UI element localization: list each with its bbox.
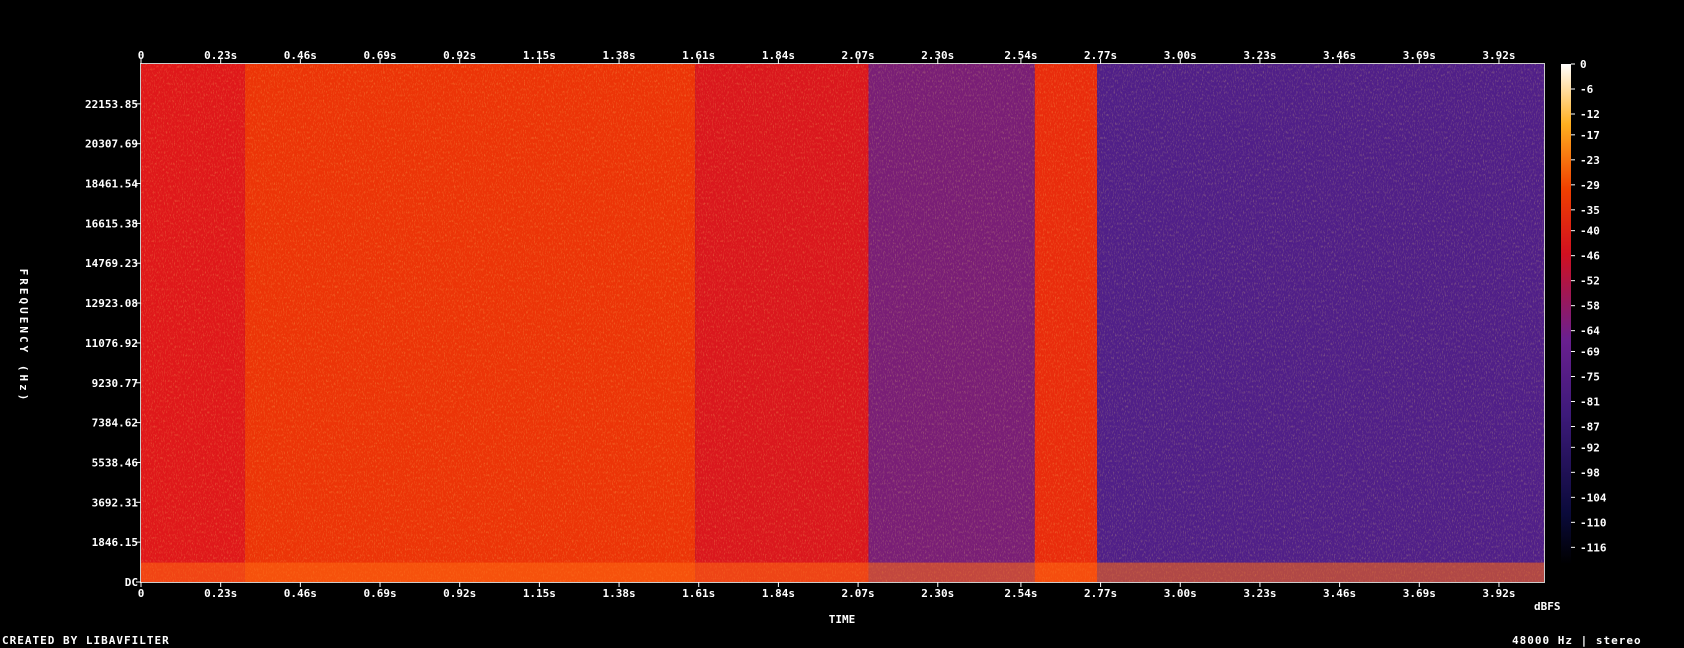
colorbar-tick-label: -46: [1580, 250, 1600, 263]
y-tick-label: 22153.85: [85, 98, 138, 111]
x-top-tick-label: 2.07s: [842, 49, 875, 62]
colorbar: 0 -6 -12 -17 -23 -29 -35 -40 -46 -52 -58 -64 -69 -75 -…: [1561, 58, 1607, 564]
x-bottom-tick-label: 0.92s: [443, 587, 476, 600]
x-bottom-tick-label: 3.00s: [1164, 587, 1197, 600]
x-top-tick-label: 1.15s: [523, 49, 556, 62]
colorbar-tick-label: -12: [1580, 108, 1600, 121]
x-bottom-tick-label: 2.77s: [1084, 587, 1117, 600]
x-bottom-tick-label: 3.69s: [1403, 587, 1436, 600]
x-bottom-tick-label: 3.23s: [1243, 587, 1276, 600]
y-tick-label: 1846.15: [92, 536, 138, 549]
x-bottom-tick-label: 2.07s: [842, 587, 875, 600]
colorbar-tick-label: -98: [1580, 466, 1600, 479]
y-tick-label: 18461.54: [85, 178, 138, 191]
x-top-tick-label: 0.92s: [443, 49, 476, 62]
colorbar-tick-label: -92: [1580, 441, 1600, 454]
spectrogram-texture: [141, 64, 1544, 582]
x-bottom-tick-label: 0.23s: [204, 587, 237, 600]
colorbar-tick-label: -87: [1580, 421, 1600, 434]
x-bottom-tick-label: 3.92s: [1482, 587, 1515, 600]
x-top-tick-label: 2.30s: [921, 49, 954, 62]
x-bottom-tick-label: 3.46s: [1323, 587, 1356, 600]
colorbar-tick-label: -29: [1580, 179, 1600, 192]
x-bottom-tick-label: 0: [138, 587, 145, 600]
x-bottom-tick-label: 0.69s: [363, 587, 396, 600]
x-top-tick-label: 0.69s: [363, 49, 396, 62]
x-top-tick-label: 3.23s: [1243, 49, 1276, 62]
colorbar-tick-label: -52: [1580, 275, 1600, 288]
colorbar-tick-label: -23: [1580, 154, 1600, 167]
x-bottom-tick-label: 1.15s: [523, 587, 556, 600]
x-top-tick-label: 3.46s: [1323, 49, 1356, 62]
colorbar-tick-label: -81: [1580, 396, 1600, 409]
colorbar-tick-label: -110: [1580, 516, 1607, 529]
y-tick-label: 20307.69: [85, 138, 138, 151]
colorbar-tick-label: -35: [1580, 204, 1600, 217]
y-tick-label: 7384.62: [92, 417, 138, 430]
x-top-tick-label: 3.92s: [1482, 49, 1515, 62]
x-top-tick-label: 1.61s: [682, 49, 715, 62]
footer-right: 48000 Hz | stereo: [1512, 634, 1642, 647]
x-top-tick-label: 1.84s: [762, 49, 795, 62]
x-bottom-tick-label: 1.38s: [602, 587, 635, 600]
y-tick-label: 11076.92: [85, 337, 138, 350]
colorbar-tick-label: -6: [1580, 83, 1594, 96]
y-tick-label: 3692.31: [92, 496, 139, 509]
x-top-tick-label: 0.23s: [204, 49, 237, 62]
x-top-tick-label: 1.38s: [602, 49, 635, 62]
y-tick-label: DC: [125, 576, 138, 589]
x-top-tick-label: 2.54s: [1004, 49, 1037, 62]
colorbar-tick-label: -64: [1580, 325, 1600, 338]
colorbar-tick-label: -17: [1580, 129, 1600, 142]
colorbar-tick-label: -40: [1580, 225, 1600, 238]
y-tick-label: 16615.38: [85, 217, 138, 230]
y-tick-label: 9230.77: [92, 377, 138, 390]
x-axis-label: TIME: [829, 613, 856, 626]
y-tick-label: 5538.46: [92, 456, 139, 469]
colorbar-tick-label: 0: [1580, 58, 1587, 71]
x-axis-top: 0 0.23s 0.46s 0.69s 0.92s 1.15s 1.38s 1.61s 1.84…: [138, 49, 1516, 64]
x-top-tick-label: 3.69s: [1403, 49, 1436, 62]
colorbar-gradient: [1561, 64, 1571, 564]
x-bottom-tick-label: 0.46s: [284, 587, 317, 600]
x-top-tick-label: 3.00s: [1164, 49, 1197, 62]
x-top-tick-label: 0: [138, 49, 145, 62]
y-tick-label: 14769.23: [85, 257, 138, 270]
low-frequency-band: [141, 562, 1544, 582]
colorbar-tick-label: -69: [1580, 346, 1600, 359]
footer-left: CREATED BY LIBAVFILTER: [2, 634, 170, 647]
x-bottom-tick-label: 1.84s: [762, 587, 795, 600]
colorbar-tick-label: -75: [1580, 371, 1600, 384]
colorbar-label: dBFS: [1534, 600, 1561, 613]
colorbar-tick-label: -116: [1580, 541, 1607, 554]
x-top-tick-label: 0.46s: [284, 49, 317, 62]
y-tick-label: 12923.08: [85, 297, 138, 310]
spectrogram-plot-area: [140, 63, 1545, 583]
colorbar-tick-label: -104: [1580, 491, 1607, 504]
spectrogram-figure: 0 0.23s 0.46s 0.69s 0.92s 1.15s 1.38s 1.61s 1.84…: [17, 49, 1607, 626]
x-bottom-tick-label: 2.30s: [921, 587, 954, 600]
x-top-tick-label: 2.77s: [1084, 49, 1117, 62]
y-axis-label: FREQUENCY (Hz): [17, 269, 30, 404]
x-bottom-tick-label: 2.54s: [1004, 587, 1037, 600]
y-axis: DC 1846.15 3692.31 5538.46 7384.62 9230.77 110…: [85, 98, 141, 589]
x-bottom-tick-label: 1.61s: [682, 587, 715, 600]
x-axis-bottom: 0 0.23s 0.46s 0.69s 0.92s 1.15s 1.38s 1.61s 1.84…: [138, 582, 1516, 600]
colorbar-tick-label: -58: [1580, 300, 1600, 313]
